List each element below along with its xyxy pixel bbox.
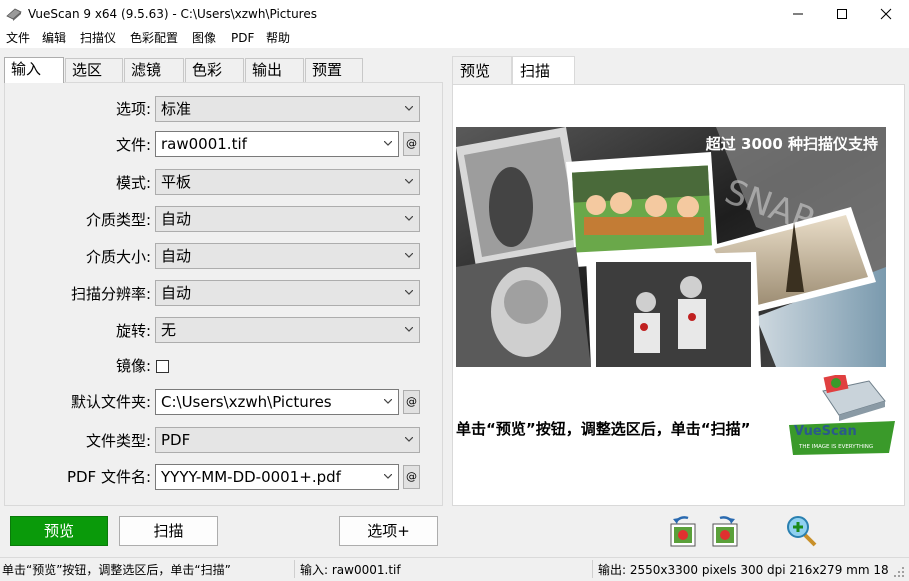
logo-wordmark: VueScan — [794, 424, 857, 439]
default-folder-label: 默认文件夹: — [70, 393, 151, 411]
options-plus-button[interactable]: 选项+ — [339, 516, 438, 546]
default-folder-value: C:\Users\xzwh\Pictures — [161, 393, 332, 411]
zoom-in-icon[interactable] — [786, 514, 818, 548]
chevron-down-icon — [405, 327, 413, 332]
status-divider — [592, 560, 593, 578]
pdf-name-label: PDF 文件名: — [66, 468, 151, 486]
chevron-down-icon — [405, 216, 413, 221]
menu-bar: 文件 编辑 扫描仪 色彩配置 图像 PDF 帮助 — [0, 28, 909, 48]
chevron-down-icon — [384, 141, 392, 146]
mode-label: 模式: — [115, 174, 151, 192]
chevron-down-icon — [405, 179, 413, 184]
tab-color[interactable]: 色彩 — [185, 58, 244, 82]
close-button[interactable] — [863, 0, 909, 28]
mode-value: 平板 — [161, 173, 192, 191]
pdf-name-value: YYYY-MM-DD-0001+.pdf — [161, 468, 341, 486]
file-value: raw0001.tif — [161, 135, 247, 153]
maximize-button[interactable] — [819, 0, 865, 28]
mode-select[interactable]: 平板 — [155, 169, 420, 195]
menu-color-profile[interactable]: 色彩配置 — [130, 30, 178, 46]
resolution-value: 自动 — [161, 284, 192, 302]
status-hint: 单击“预览”按钮，调整选区后，单击“扫描” — [2, 563, 231, 577]
tab-preview[interactable]: 预览 — [452, 56, 512, 84]
options-label: 选项: — [115, 100, 151, 118]
rotate-select[interactable]: 无 — [155, 317, 420, 343]
media-size-select[interactable]: 自动 — [155, 243, 420, 269]
title-bar: VueScan 9 x64 (9.5.63) - C:\Users\xzwh\P… — [0, 0, 909, 28]
status-output: 输出: 2550x3300 pixels 300 dpi 216x279 mm … — [598, 563, 888, 577]
minimize-icon — [793, 13, 803, 15]
rotate-value: 无 — [161, 321, 177, 339]
tab-crop[interactable]: 选区 — [65, 58, 123, 82]
menu-file[interactable]: 文件 — [6, 30, 30, 46]
tab-output[interactable]: 输出 — [245, 58, 304, 82]
media-size-label: 介质大小: — [85, 248, 151, 266]
media-type-value: 自动 — [161, 210, 192, 228]
preview-button[interactable]: 预览 — [10, 516, 108, 546]
mirror-label: 镜像: — [115, 357, 151, 375]
maximize-icon — [837, 9, 847, 19]
menu-pdf[interactable]: PDF — [231, 30, 254, 46]
file-type-value: PDF — [161, 431, 191, 449]
chevron-down-icon — [405, 437, 413, 442]
resolution-select[interactable]: 自动 — [155, 280, 420, 306]
pdf-name-input[interactable]: YYYY-MM-DD-0001+.pdf — [155, 464, 399, 490]
file-at-button[interactable]: @ — [403, 132, 420, 156]
options-value: 标准 — [161, 100, 192, 118]
welcome-collage-image: SNAP 超过 3000 种扫描仪支持 — [456, 127, 886, 367]
status-bar: 单击“预览”按钮，调整选区后，单击“扫描” 输入: raw0001.tif 输出… — [0, 557, 909, 581]
file-type-label: 文件类型: — [85, 432, 151, 450]
photo-collage-graphic: SNAP — [456, 127, 886, 367]
chevron-down-icon — [405, 106, 413, 111]
media-type-label: 介质类型: — [85, 211, 151, 229]
media-size-value: 自动 — [161, 247, 192, 265]
chevron-down-icon — [405, 290, 413, 295]
tab-scan[interactable]: 扫描 — [512, 56, 575, 84]
tab-filter[interactable]: 滤镜 — [124, 58, 184, 82]
menu-help[interactable]: 帮助 — [266, 30, 290, 46]
default-folder-at-button[interactable]: @ — [403, 390, 420, 414]
scan-button[interactable]: 扫描 — [119, 516, 218, 546]
rotate-left-icon[interactable] — [668, 514, 700, 548]
tab-input[interactable]: 输入 — [4, 57, 64, 83]
file-type-select[interactable]: PDF — [155, 427, 420, 453]
file-input[interactable]: raw0001.tif — [155, 131, 399, 157]
options-select[interactable]: 标准 — [155, 96, 420, 122]
chevron-down-icon — [384, 474, 392, 479]
scan-view-panel: SNAP 超过 3000 种扫描仪支持 单击“预览”按钮，调整选区后，单击“扫描… — [452, 84, 905, 506]
mirror-checkbox[interactable] — [156, 360, 169, 373]
banner-text: 超过 3000 种扫描仪支持 — [705, 135, 878, 153]
vuescan-app-icon[interactable] — [6, 6, 22, 22]
pdf-name-at-button[interactable]: @ — [403, 465, 420, 489]
close-icon — [880, 8, 892, 20]
resolution-label: 扫描分辨率: — [70, 285, 151, 303]
file-label: 文件: — [115, 136, 151, 154]
vuescan-logo: VueScan THE IMAGE IS EVERYTHING — [789, 372, 895, 459]
chevron-down-icon — [405, 253, 413, 258]
menu-edit[interactable]: 编辑 — [42, 30, 66, 46]
media-type-select[interactable]: 自动 — [155, 206, 420, 232]
chevron-down-icon — [384, 399, 392, 404]
resize-grip-icon[interactable] — [893, 566, 905, 578]
logo-tagline: THE IMAGE IS EVERYTHING — [798, 444, 873, 450]
preview-caption: 单击“预览”按钮，调整选区后，单击“扫描” — [456, 420, 751, 438]
input-settings-panel: 选项: 标准 文件: raw0001.tif @ 模式: 平板 介质类型: 自动… — [4, 82, 443, 506]
default-folder-input[interactable]: C:\Users\xzwh\Pictures — [155, 389, 399, 415]
vuescan-logo-graphic: VueScan THE IMAGE IS EVERYTHING — [789, 372, 895, 455]
tab-prefs[interactable]: 预置 — [305, 58, 363, 82]
rotate-label: 旋转: — [115, 322, 151, 340]
status-input: 输入: raw0001.tif — [300, 563, 401, 577]
window-title: VueScan 9 x64 (9.5.63) - C:\Users\xzwh\P… — [28, 7, 317, 21]
minimize-button[interactable] — [775, 0, 821, 28]
menu-scanner[interactable]: 扫描仪 — [80, 30, 116, 46]
rotate-right-icon[interactable] — [708, 514, 740, 548]
menu-image[interactable]: 图像 — [192, 30, 216, 46]
status-divider — [294, 560, 295, 578]
